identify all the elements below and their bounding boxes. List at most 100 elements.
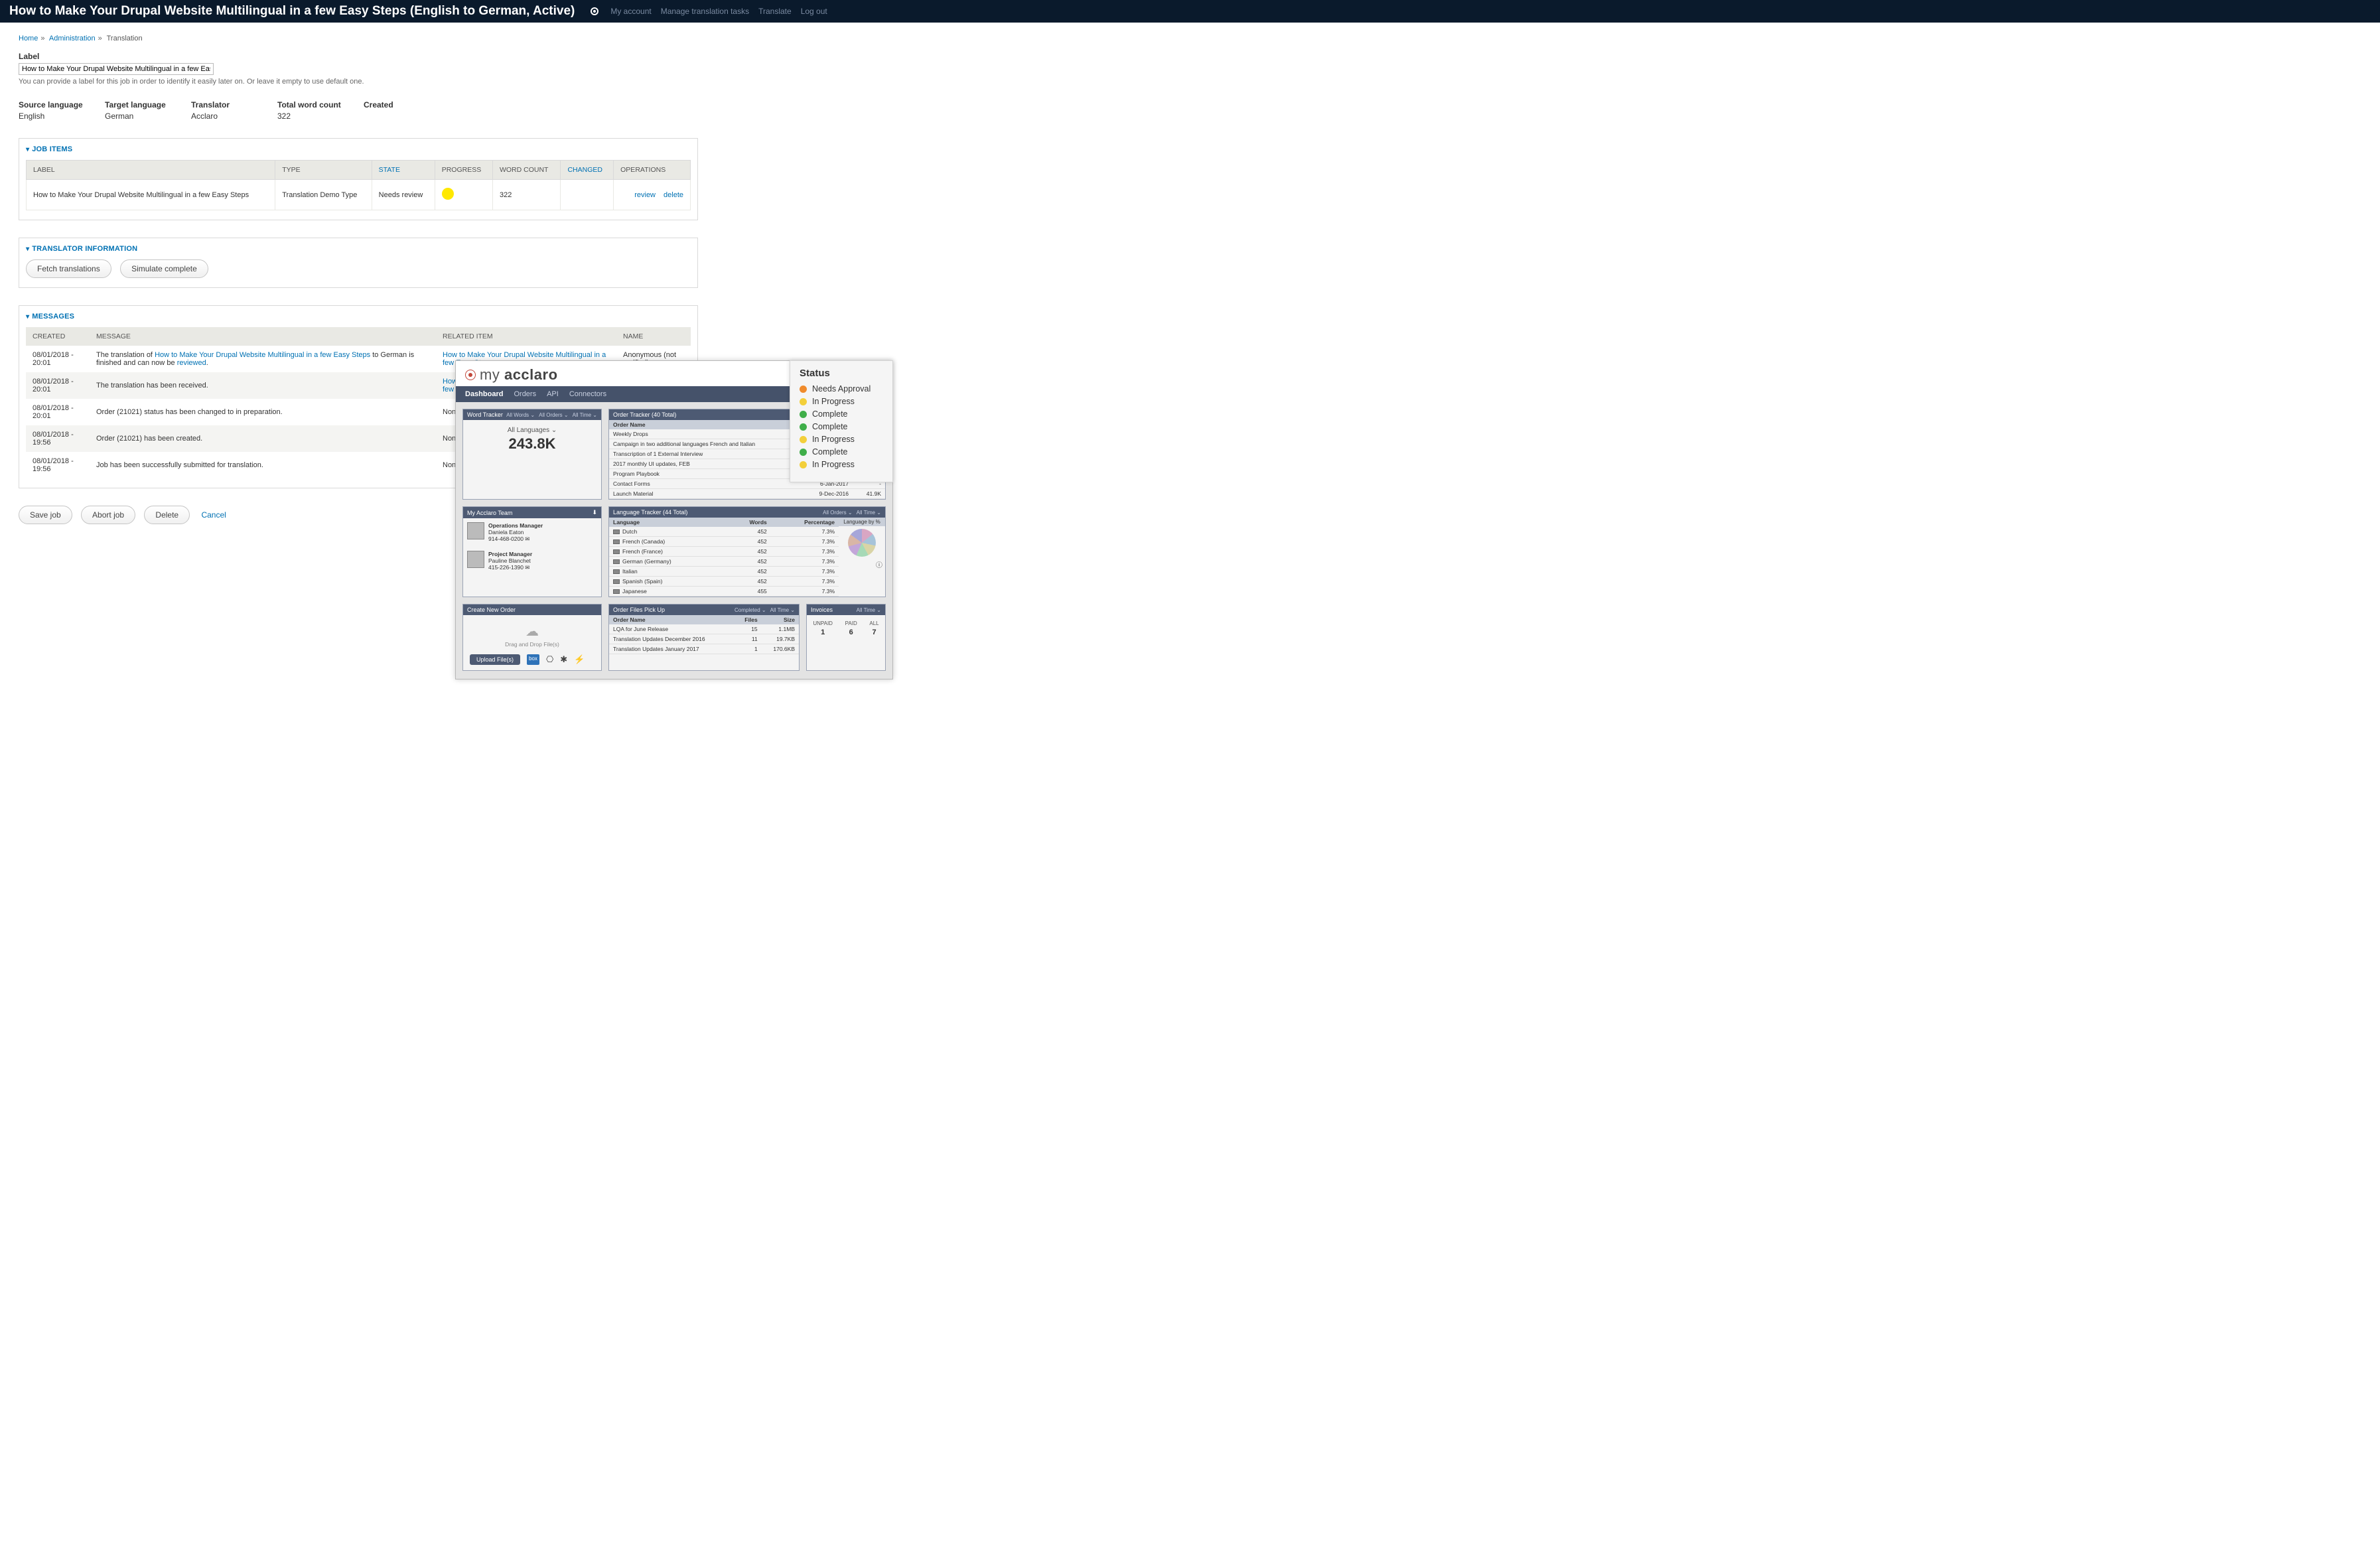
admin-toolbar: How to Make Your Drupal Website Multilin… <box>0 0 2380 23</box>
meta-created-k: Created <box>364 100 450 109</box>
word-tracker-panel: Word Tracker All WordsAll OrdersAll Time… <box>462 409 602 500</box>
status-dot-icon <box>800 386 807 393</box>
status-title: Status <box>800 368 883 379</box>
table-row[interactable]: Japanese4557.3% <box>609 587 839 597</box>
nav-api[interactable]: API <box>547 390 559 398</box>
download-icon[interactable]: ⬇ <box>592 509 597 516</box>
nav-dashboard[interactable]: Dashboard <box>465 390 503 398</box>
crumb-current: Translation <box>107 35 143 42</box>
drop-zone[interactable]: ☁ Drag and Drop File(s) <box>463 615 601 652</box>
translator-info-box: TRANSLATOR INFORMATION Fetch translation… <box>19 238 698 288</box>
col-changed[interactable]: CHANGED <box>561 161 614 180</box>
status-row: In Progress <box>800 460 883 469</box>
meta-source-k: Source language <box>19 100 105 109</box>
save-button[interactable]: Save job <box>19 506 72 524</box>
create-order-panel: Create New Order ☁ Drag and Drop File(s)… <box>462 604 602 671</box>
abort-button[interactable]: Abort job <box>81 506 135 524</box>
team-panel: My Acclaro Team ⬇ Operations ManagerDanie… <box>462 506 602 597</box>
table-row[interactable]: LQA for June Release151.1MB <box>609 624 799 634</box>
job-items-table: LABEL TYPE STATE PROGRESS WORD COUNT CHA… <box>26 160 691 210</box>
table-row[interactable]: German (Germany)4527.3% <box>609 557 839 567</box>
table-row[interactable]: French (Canada)4527.3% <box>609 537 839 547</box>
status-row: Complete <box>800 409 883 419</box>
status-row: In Progress <box>800 397 883 406</box>
job-items-head[interactable]: JOB ITEMS <box>26 145 691 153</box>
messages-head[interactable]: MESSAGES <box>26 313 691 320</box>
translator-info-head[interactable]: TRANSLATOR INFORMATION <box>26 245 691 253</box>
table-row[interactable]: Translation Updates December 20161119.7K… <box>609 634 799 644</box>
lang-tracker-title: Language Tracker (44 Total) <box>613 509 687 516</box>
meta-words-k: Total word count <box>277 100 364 109</box>
delete-button[interactable]: Delete <box>144 506 190 524</box>
acclaro-logo-icon <box>465 370 476 380</box>
link-my-account[interactable]: My account <box>610 7 651 16</box>
label-input[interactable] <box>19 63 214 75</box>
link-logout[interactable]: Log out <box>801 7 827 16</box>
table-row[interactable]: Launch Material9-Dec-201641.9K <box>609 489 885 499</box>
dropbox-icon[interactable]: ⎔ <box>546 654 553 665</box>
flag-icon <box>613 539 620 544</box>
breadcrumb: Home» Administration» Translation <box>19 35 698 42</box>
meta-words-v: 322 <box>277 111 364 121</box>
status-row: In Progress <box>800 435 883 444</box>
simulate-button[interactable]: Simulate complete <box>120 259 208 278</box>
col-msg-created: CREATED <box>26 327 90 346</box>
link-manage-tasks[interactable]: Manage translation tasks <box>661 7 749 16</box>
flag-icon <box>613 549 620 554</box>
label-caption: Label <box>19 52 698 61</box>
table-row[interactable]: Translation Updates January 20171170.6KB <box>609 644 799 654</box>
hubspot-icon[interactable]: ✱ <box>560 654 567 665</box>
table-row[interactable]: French (France)4527.3% <box>609 547 839 557</box>
team-member: Operations ManagerDaniela Eaton914-468-0… <box>463 518 601 547</box>
flag-icon <box>613 569 620 574</box>
meta-translator-v: Acclaro <box>191 111 277 121</box>
page-title: How to Make Your Drupal Website Multilin… <box>9 4 575 19</box>
nav-orders[interactable]: Orders <box>514 390 536 398</box>
word-tracker-lang[interactable]: All Languages ⌄ <box>463 427 601 434</box>
flag-icon <box>613 559 620 564</box>
pickup-title: Order Files Pick Up <box>613 606 665 613</box>
create-order-title: Create New Order <box>467 606 516 613</box>
meta-target-v: German <box>105 111 191 121</box>
word-tracker-filters[interactable]: All WordsAll OrdersAll Time <box>506 412 597 418</box>
info-icon[interactable]: ⓘ <box>839 559 885 569</box>
table-row[interactable]: Dutch4527.3% <box>609 527 839 537</box>
col-state[interactable]: STATE <box>372 161 435 180</box>
job-items-box: JOB ITEMS LABEL TYPE STATE PROGRESS WORD… <box>19 138 698 220</box>
box-icon[interactable]: box <box>527 654 539 665</box>
status-dot-icon <box>800 449 807 456</box>
col-ops: OPERATIONS <box>614 161 691 180</box>
zendesk-icon[interactable]: ⚡ <box>574 654 585 665</box>
status-dot-icon <box>800 461 807 468</box>
col-wc: WORD COUNT <box>492 161 560 180</box>
language-tracker-panel: Language Tracker (44 Total) All OrdersAl… <box>608 506 886 597</box>
crumb-admin[interactable]: Administration <box>49 35 96 42</box>
nav-connectors[interactable]: Connectors <box>569 390 606 398</box>
status-row: Needs Approval <box>800 384 883 393</box>
cancel-link[interactable]: Cancel <box>201 510 226 520</box>
table-row[interactable]: Italian4527.3% <box>609 567 839 577</box>
meta-source-v: English <box>19 111 105 121</box>
flag-icon <box>613 579 620 584</box>
team-member: Project ManagerPauline Blanchet415-226-1… <box>463 547 601 575</box>
word-tracker-title: Word Tracker <box>467 411 503 418</box>
avatar <box>467 522 484 539</box>
status-row: Complete <box>800 422 883 431</box>
radio-icon <box>591 7 598 15</box>
fetch-button[interactable]: Fetch translations <box>26 259 111 278</box>
link-translate[interactable]: Translate <box>758 7 792 16</box>
status-dot-icon <box>800 398 807 405</box>
status-dot-icon <box>800 423 807 431</box>
label-help: You can provide a label for this job in … <box>19 78 698 86</box>
table-row[interactable]: Spanish (Spain)4527.3% <box>609 577 839 587</box>
col-label: LABEL <box>27 161 275 180</box>
label-section: Label You can provide a label for this j… <box>19 52 698 86</box>
meta-translator-k: Translator <box>191 100 277 109</box>
upload-button[interactable]: Upload File(s) <box>470 654 520 665</box>
progress-dot-icon <box>442 188 454 200</box>
team-title: My Acclaro Team <box>467 510 512 516</box>
crumb-home[interactable]: Home <box>19 35 38 42</box>
review-link[interactable]: review <box>634 191 656 199</box>
pickup-panel: Order Files Pick Up CompletedAll Time Or… <box>608 604 800 671</box>
delete-link[interactable]: delete <box>664 191 683 199</box>
